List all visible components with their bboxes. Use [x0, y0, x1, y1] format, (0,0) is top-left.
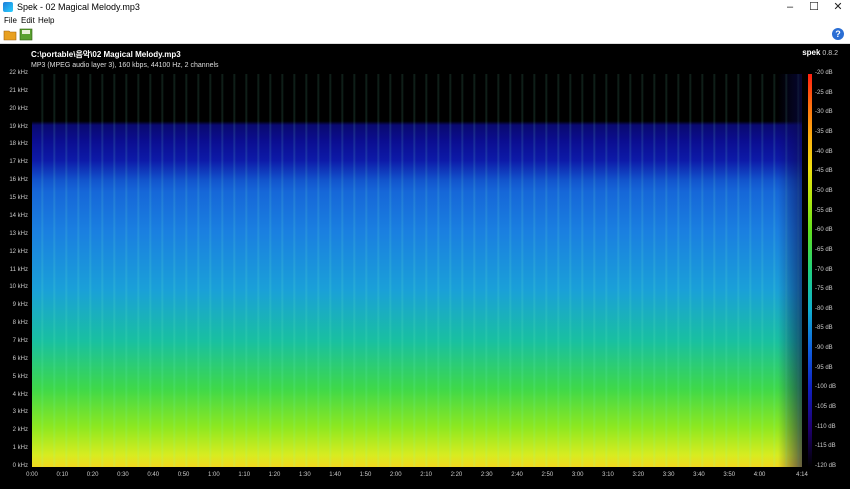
freq-tick-label: 1 kHz — [12, 445, 28, 452]
freq-tick-label: 13 kHz — [9, 230, 28, 237]
time-tick-label: 0:20 — [86, 472, 99, 478]
close-button[interactable]: ✕ — [826, 0, 850, 15]
freq-tick-label: 19 kHz — [9, 123, 28, 130]
db-tick-label: -65 dB — [815, 246, 833, 253]
time-tick-label: 0:30 — [117, 472, 129, 478]
time-tick-label: 0:00 — [26, 472, 38, 478]
spectrogram-fade — [778, 74, 802, 467]
db-tick-label: -110 dB — [815, 423, 836, 430]
spectrogram-image — [32, 74, 802, 467]
time-tick-label: 1:20 — [268, 472, 281, 478]
db-color-scale — [808, 74, 812, 467]
file-path: C:\portable\음악\02 Magical Melody.mp3 — [31, 50, 181, 59]
time-tick-label: 3:40 — [693, 472, 705, 478]
db-tick-label: -25 dB — [815, 89, 833, 96]
version: 0.8.2 — [822, 50, 838, 57]
db-tick-label: -95 dB — [815, 364, 833, 371]
time-tick-label: 1:40 — [329, 472, 341, 478]
db-tick-label: -80 dB — [815, 305, 833, 312]
window-title: Spek - 02 Magical Melody.mp3 — [17, 2, 140, 12]
freq-tick-label: 10 kHz — [9, 284, 28, 291]
save-icon[interactable] — [19, 28, 33, 41]
time-tick-label: 2:20 — [450, 472, 463, 478]
toolbar: ? — [0, 26, 850, 44]
db-tick-label: -20 dB — [815, 70, 833, 76]
time-tick-label: 0:50 — [177, 472, 190, 478]
freq-tick-label: 0 kHz — [12, 463, 28, 469]
db-tick-label: -115 dB — [815, 443, 836, 450]
help-icon[interactable]: ? — [832, 28, 844, 40]
freq-tick-label: 9 kHz — [12, 302, 28, 309]
time-tick-label: 1:50 — [359, 472, 372, 478]
time-tick-label: 3:30 — [662, 472, 675, 478]
db-tick-label: -55 dB — [815, 207, 833, 214]
freq-tick-label: 21 kHz — [9, 87, 28, 94]
time-tick-label: 4:14 — [796, 472, 808, 478]
db-tick-label: -70 dB — [815, 266, 833, 273]
db-tick-label: -85 dB — [815, 325, 833, 332]
app-icon — [3, 2, 13, 12]
time-tick-label: 2:30 — [480, 472, 493, 478]
menu-edit[interactable]: Edit — [21, 15, 35, 26]
time-tick-label: 2:10 — [420, 472, 432, 478]
time-tick-label: 3:10 — [602, 472, 614, 478]
db-tick-label: -105 dB — [815, 404, 837, 411]
freq-tick-label: 11 kHz — [9, 266, 28, 273]
freq-tick-label: 16 kHz — [9, 177, 28, 184]
time-tick-label: 1:00 — [208, 472, 220, 478]
time-tick-label: 1:30 — [298, 472, 311, 478]
freq-tick-label: 4 kHz — [12, 391, 28, 398]
db-tick-label: -60 dB — [815, 227, 833, 234]
time-tick-label: 1:10 — [238, 472, 251, 478]
time-tick-label: 2:50 — [541, 472, 554, 478]
freq-tick-label: 5 kHz — [12, 373, 28, 380]
time-tick-label: 2:40 — [511, 472, 523, 478]
brand-name: spek — [802, 48, 821, 57]
file-info: MP3 (MPEG audio layer 3), 160 kbps, 4410… — [31, 62, 219, 69]
db-tick-label: -75 dB — [815, 286, 833, 293]
freq-tick-label: 2 kHz — [12, 427, 28, 434]
menu-help[interactable]: Help — [38, 15, 54, 26]
spectrogram-bands — [32, 74, 802, 467]
freq-tick-label: 7 kHz — [12, 337, 28, 344]
maximize-button[interactable]: ☐ — [802, 0, 826, 15]
folder-icon[interactable] — [3, 28, 17, 41]
db-tick-label: -120 dB — [815, 463, 837, 469]
db-tick-label: -90 dB — [815, 345, 833, 352]
menu-bar: File Edit Help — [0, 15, 850, 26]
db-tick-label: -100 dB — [815, 384, 837, 391]
db-tick-label: -30 dB — [815, 109, 833, 116]
time-tick-label: 0:40 — [147, 472, 160, 478]
freq-tick-label: 12 kHz — [9, 248, 28, 255]
freq-tick-label: 14 kHz — [9, 212, 28, 219]
freq-tick-label: 8 kHz — [12, 320, 28, 327]
time-tick-label: 3:00 — [571, 472, 584, 478]
freq-tick-label: 18 kHz — [9, 141, 28, 148]
title-bar: Spek - 02 Magical Melody.mp3 – ☐ ✕ — [0, 0, 850, 15]
freq-tick-label: 6 kHz — [12, 355, 28, 362]
freq-tick-label: 15 kHz — [9, 195, 28, 202]
time-tick-label: 4:00 — [753, 472, 766, 478]
minimize-button[interactable]: – — [778, 0, 802, 15]
db-tick-label: -50 dB — [815, 187, 833, 194]
brand: spek 0.8.2 — [802, 48, 838, 57]
time-tick-label: 0:10 — [56, 472, 69, 478]
time-tick-label: 2:00 — [389, 472, 402, 478]
freq-tick-label: 3 kHz — [12, 409, 28, 416]
freq-tick-label: 22 kHz — [9, 70, 28, 76]
freq-tick-label: 20 kHz — [9, 105, 28, 112]
time-tick-label: 3:50 — [723, 472, 736, 478]
db-tick-label: -35 dB — [815, 128, 833, 135]
spectrogram-view: C:\portable\음악\02 Magical Melody.mp3 MP3… — [0, 44, 850, 489]
freq-tick-label: 17 kHz — [9, 159, 28, 166]
menu-file[interactable]: File — [4, 15, 17, 26]
db-tick-label: -40 dB — [815, 148, 833, 155]
db-tick-label: -45 dB — [815, 168, 833, 175]
time-tick-label: 3:20 — [632, 472, 645, 478]
